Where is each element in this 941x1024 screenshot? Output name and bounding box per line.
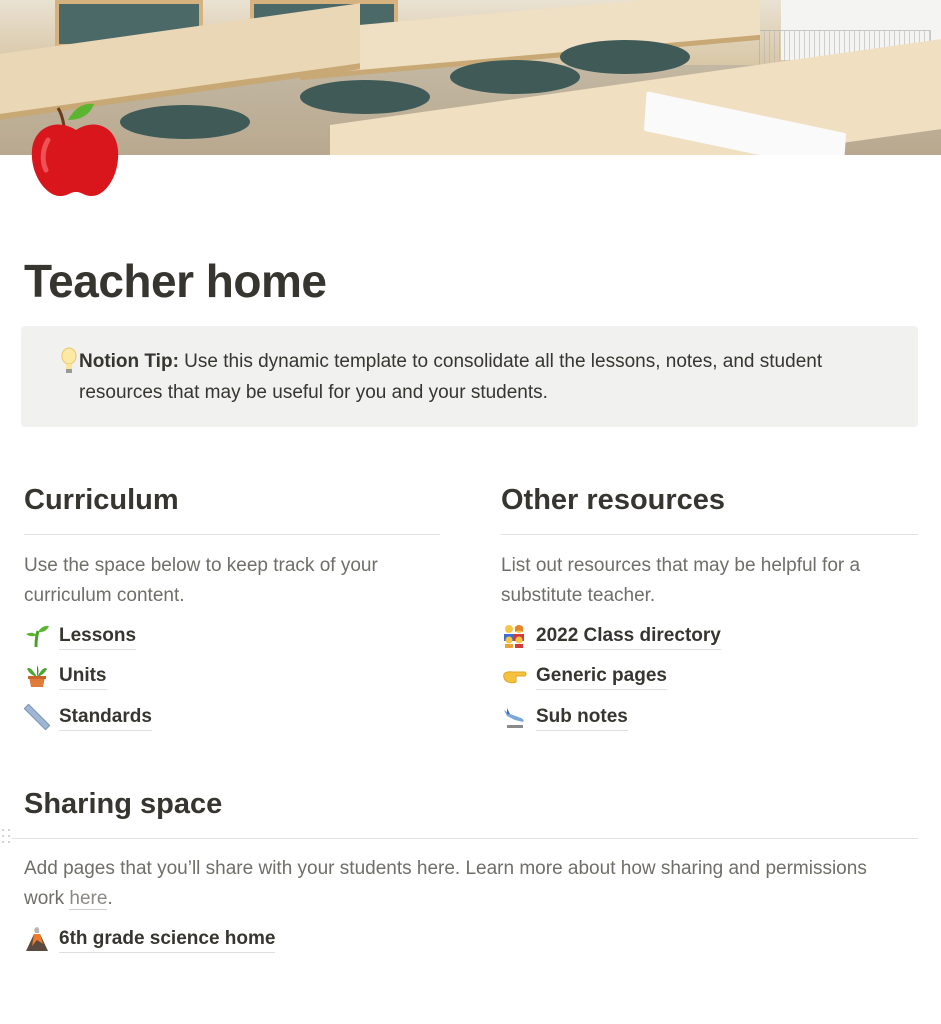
notion-tip-callout: Notion Tip: Use this dynamic template to… [21,326,918,427]
seedling-icon [26,625,49,648]
potted-plant-icon [27,665,47,687]
sharing-space-description: Add pages that you’ll share with your st… [24,854,904,914]
other-resources-divider [501,534,918,535]
family-icon [504,625,524,648]
callout-text: Notion Tip: Use this dynamic template to… [79,351,822,403]
link-standards[interactable]: Standards [24,702,152,732]
link-label[interactable]: Generic pages [536,663,667,690]
link-label[interactable]: Lessons [59,623,137,650]
description-end: . [107,888,113,909]
cover-image[interactable] [0,0,941,155]
curriculum-divider [24,534,440,535]
curriculum-heading: Curriculum [24,484,179,516]
airplane-departure-icon [504,708,524,728]
sharing-space-divider [12,838,918,839]
other-resources-description: List out resources that may be helpful f… [501,555,861,606]
cover-seat [560,40,690,74]
link-class-directory[interactable]: 2022 Class directory [501,621,721,651]
curriculum-description: Use the space below to keep track of you… [24,555,378,606]
link-label[interactable]: 6th grade science home [59,926,276,953]
callout-bold-label: Notion Tip: [79,351,179,372]
drag-handle-icon[interactable] [2,829,12,849]
cover-seat [450,60,580,94]
link-lessons[interactable]: Lessons [24,621,137,651]
cover-seat [120,105,250,139]
link-label[interactable]: Units [59,663,107,690]
ruler-icon [24,704,50,730]
link-units[interactable]: Units [24,661,107,691]
link-6th-grade-science-home[interactable]: 6th grade science home [24,924,276,954]
other-resources-heading: Other resources [501,484,726,516]
sharing-space-heading: Sharing space [24,788,223,820]
callout-body: Use this dynamic template to consolidate… [79,351,823,403]
link-generic-pages[interactable]: Generic pages [501,661,667,691]
cover-seat [300,80,430,114]
red-apple-icon[interactable] [28,100,124,200]
pointing-hand-icon [503,671,527,684]
link-sub-notes[interactable]: Sub notes [501,702,628,732]
page-title[interactable]: Teacher home [24,252,327,310]
link-label[interactable]: Standards [59,704,152,731]
here-link[interactable]: here [69,888,108,910]
link-label[interactable]: Sub notes [536,704,628,731]
description-text: Add pages that you’ll share with your st… [24,858,867,909]
light-bulb-icon [61,347,77,373]
link-label[interactable]: 2022 Class directory [536,623,721,650]
volcano-icon [26,927,48,951]
